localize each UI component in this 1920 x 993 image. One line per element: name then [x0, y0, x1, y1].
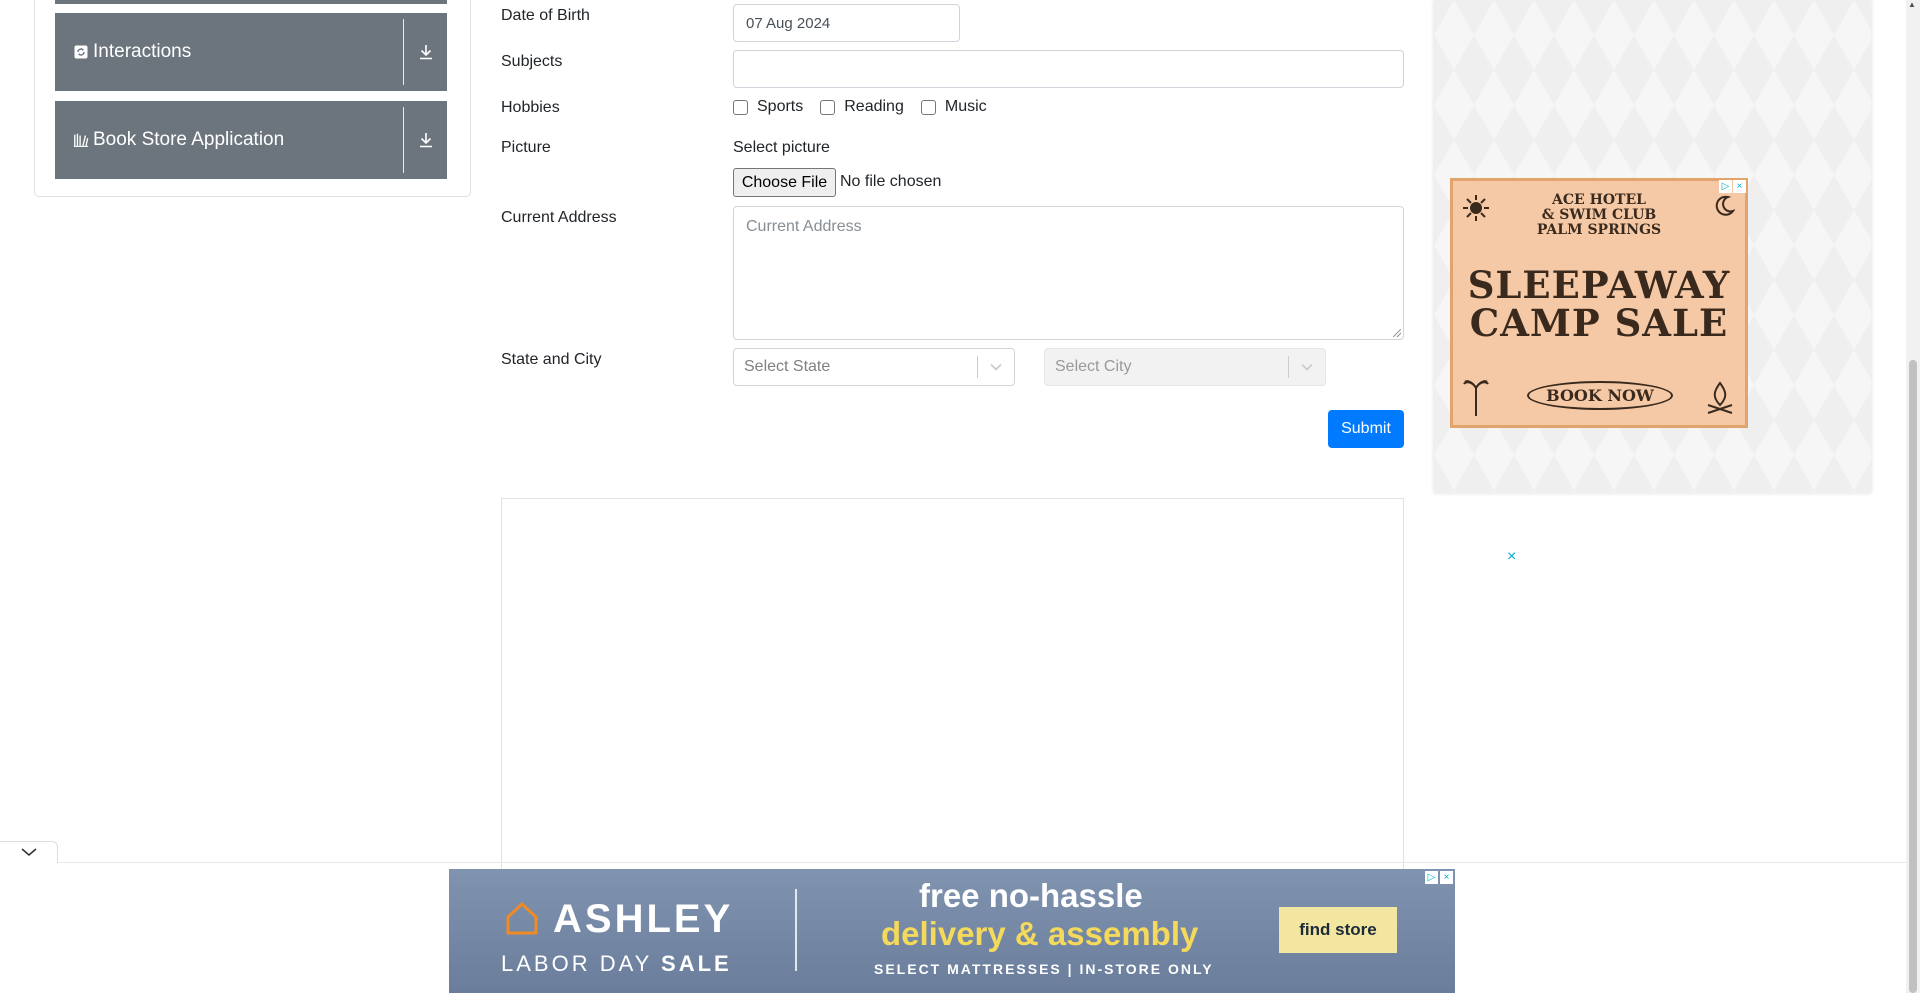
ashley-headline-1: free no-hassle	[919, 877, 1143, 914]
date-of-birth-input[interactable]: 07 Aug 2024	[733, 4, 960, 42]
sidebar-item-interactions[interactable]: Interactions	[55, 13, 447, 91]
divider	[795, 889, 797, 971]
choose-file-button[interactable]: Choose File	[733, 168, 836, 197]
chevron-down-icon[interactable]	[978, 362, 1014, 372]
state-city-label: State and City	[501, 351, 602, 368]
subjects-input[interactable]	[733, 50, 1404, 88]
hobbies-group: Sports Reading Music	[733, 98, 1004, 116]
book-icon	[73, 132, 89, 148]
hotel-ad-headline: SLEEPAWAY CAMP SALE	[1467, 263, 1731, 345]
hobby-reading[interactable]: Reading	[820, 98, 904, 116]
hotel-ad-banner[interactable]: ACE HOTEL & SWIM CLUB PALM SPRINGS SLEEP…	[1450, 178, 1748, 428]
picture-label: Picture	[501, 139, 551, 156]
close-icon[interactable]: ×	[1507, 548, 1516, 566]
collapse-ad-button[interactable]	[0, 841, 58, 863]
adchoices-icon[interactable]: ▷	[1425, 871, 1438, 884]
sun-icon	[1463, 195, 1489, 226]
campfire-icon	[1705, 379, 1735, 420]
subjects-label: Subjects	[501, 53, 563, 70]
scroll-up-icon[interactable]: ▲	[1908, 0, 1916, 9]
download-icon[interactable]	[404, 131, 447, 149]
divider	[0, 862, 1906, 863]
download-icon[interactable]	[404, 43, 447, 61]
adchoices-icon[interactable]: ▷	[1719, 180, 1732, 193]
hobbies-label: Hobbies	[501, 99, 560, 116]
sports-checkbox[interactable]	[733, 99, 748, 115]
ashley-headline-2: delivery & assembly	[881, 915, 1199, 952]
state-select[interactable]: Select State	[733, 348, 1015, 386]
sidebar-item-label: Interactions	[93, 41, 192, 62]
dob-label: Date of Birth	[501, 7, 590, 24]
resize-handle[interactable]	[1393, 329, 1401, 337]
find-store-button[interactable]: find store	[1279, 907, 1397, 953]
chevron-down-icon[interactable]	[1289, 362, 1325, 372]
textarea-placeholder: Current Address	[746, 218, 862, 235]
sidebar-item-label: Book Store Application	[93, 129, 285, 150]
divider	[403, 107, 404, 173]
city-placeholder: Select City	[1055, 358, 1132, 375]
sidebar-item-previous[interactable]	[55, 0, 447, 4]
close-icon[interactable]: ×	[1733, 180, 1746, 193]
palm-tree-icon	[1463, 376, 1489, 421]
checkbox-label: Sports	[757, 98, 804, 115]
ashley-subtext: SELECT MATTRESSES | IN-STORE ONLY	[874, 961, 1214, 977]
chevron-down-icon	[20, 844, 38, 862]
current-address-label: Current Address	[501, 209, 617, 226]
ashley-logo: ASHLEY	[553, 897, 734, 941]
current-address-textarea[interactable]: Current Address	[733, 206, 1404, 340]
hotel-ad-brand: ACE HOTEL & SWIM CLUB PALM SPRINGS	[1536, 192, 1662, 238]
submit-button[interactable]: Submit	[1328, 410, 1404, 448]
moon-icon	[1713, 195, 1736, 222]
music-checkbox[interactable]	[920, 99, 936, 115]
file-status: No file chosen	[840, 173, 942, 190]
scrollbar-thumb[interactable]	[1909, 360, 1917, 993]
checkbox-label: Reading	[844, 98, 904, 115]
house-icon	[505, 901, 539, 940]
refresh-icon	[73, 44, 89, 60]
ad-frame	[501, 498, 1404, 878]
city-select[interactable]: Select City	[1044, 348, 1326, 386]
ashley-ad-banner[interactable]: ASHLEY LABOR DAY SALE free no-hassle del…	[449, 869, 1455, 993]
divider	[403, 19, 404, 85]
reading-checkbox[interactable]	[820, 99, 836, 115]
hobby-sports[interactable]: Sports	[733, 98, 803, 116]
checkbox-label: Music	[944, 98, 987, 115]
book-now-button[interactable]: BOOK NOW	[1527, 381, 1673, 410]
ashley-sale-text: LABOR DAY SALE	[501, 951, 732, 976]
hobby-music[interactable]: Music	[920, 98, 987, 116]
close-icon[interactable]: ×	[1440, 871, 1453, 884]
state-placeholder: Select State	[744, 358, 831, 375]
select-picture-label: Select picture	[733, 139, 830, 156]
sidebar-item-book-store[interactable]: Book Store Application	[55, 101, 447, 179]
